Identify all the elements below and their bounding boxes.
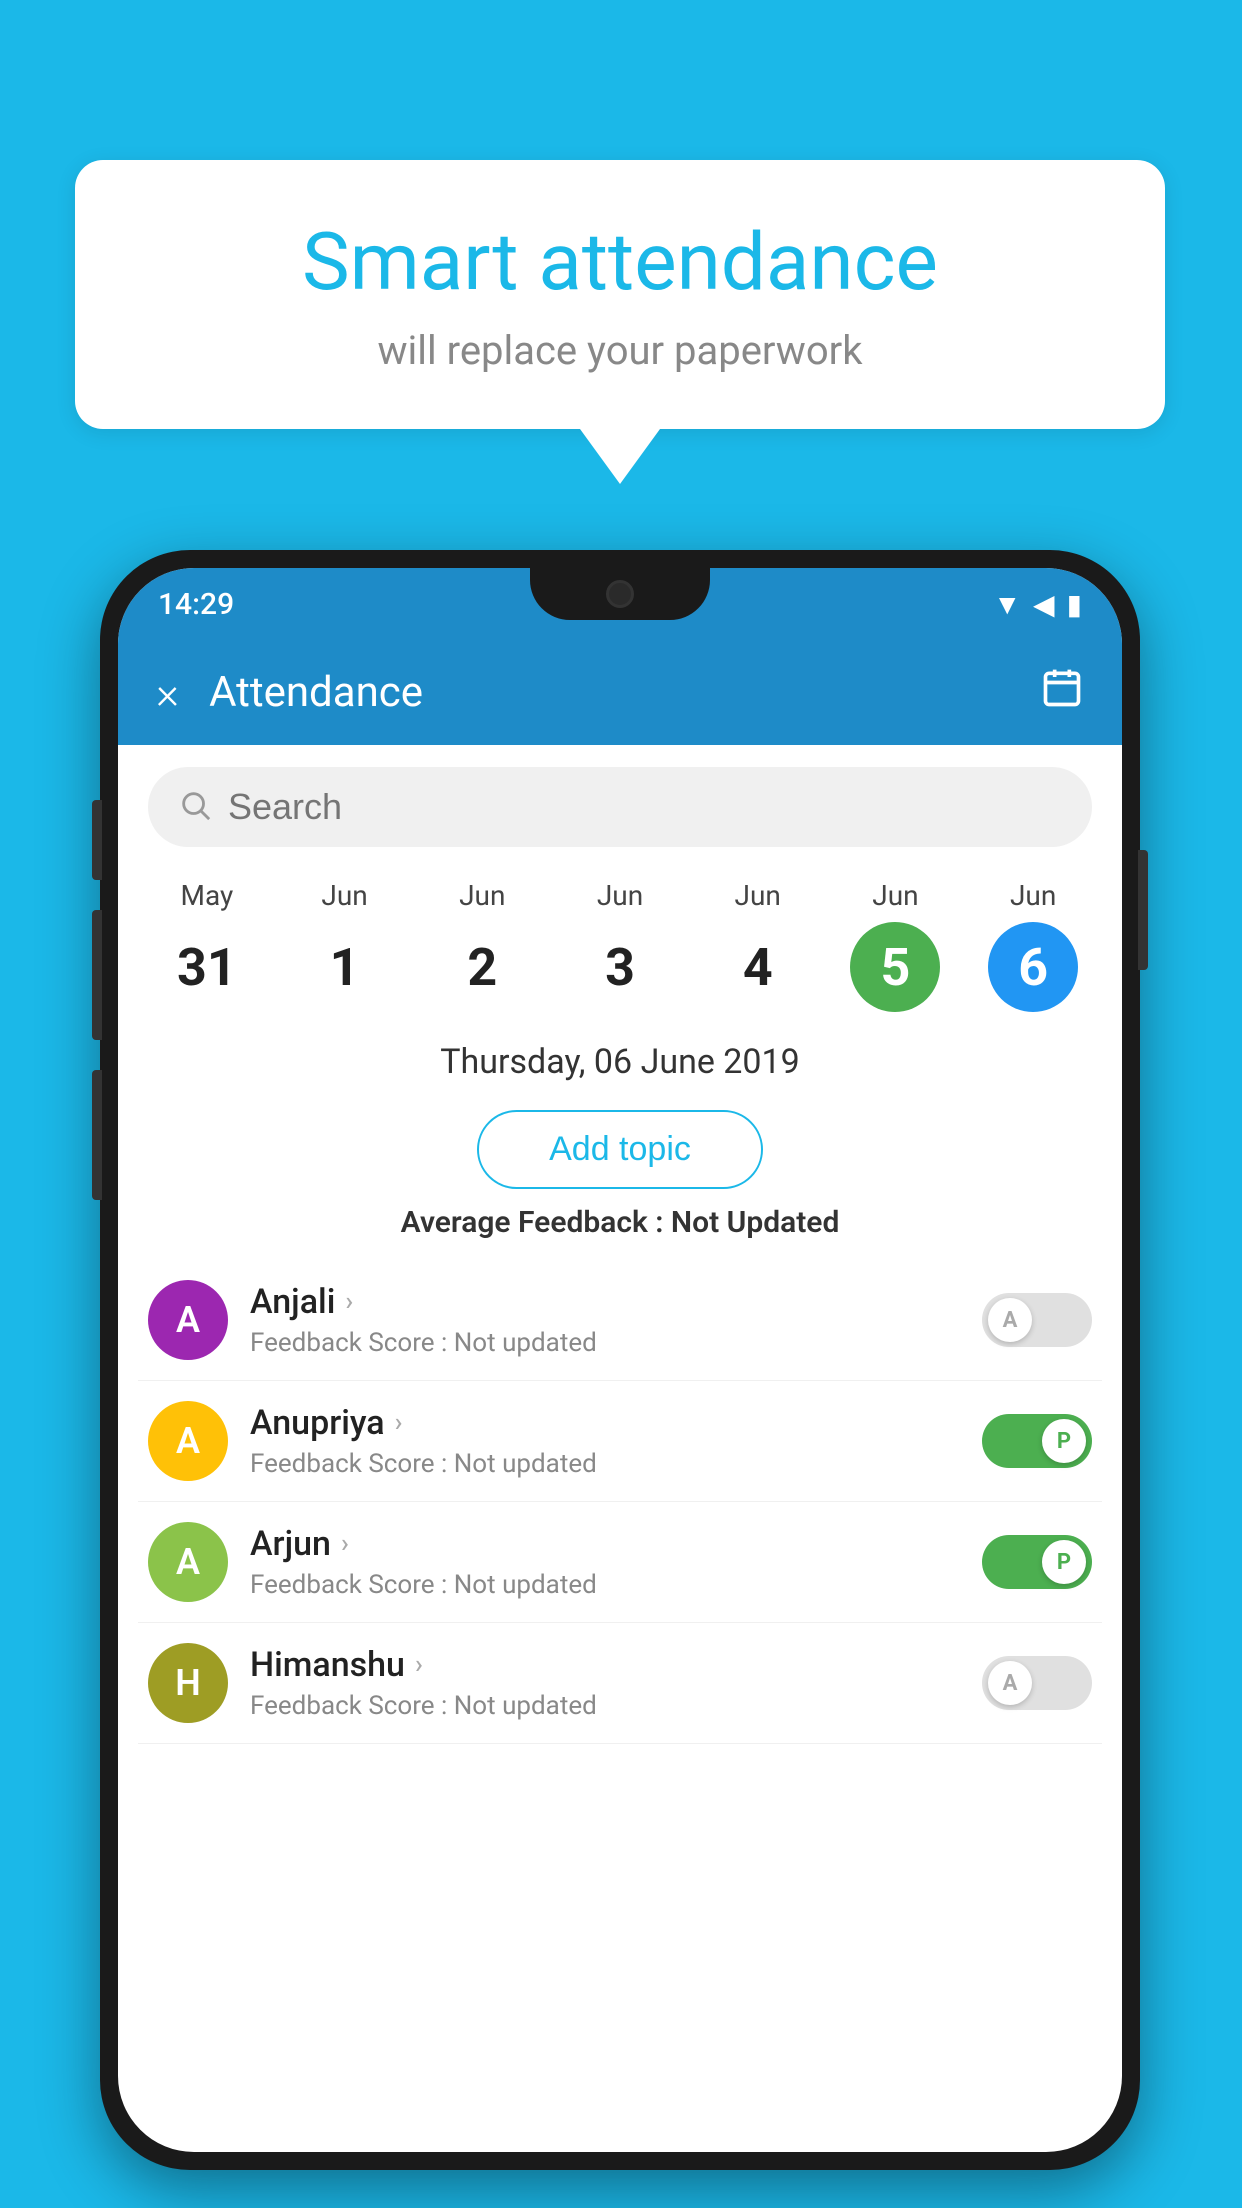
phone-frame: 14:29 ▼ ◀ ▮ × Attendance xyxy=(100,550,1140,2170)
mute-button xyxy=(92,800,102,880)
cal-month-label: Jun xyxy=(459,879,505,912)
volume-down-button xyxy=(92,1070,102,1200)
attendance-toggle[interactable]: A xyxy=(982,1293,1092,1347)
cal-month-label: Jun xyxy=(597,879,643,912)
search-input[interactable] xyxy=(228,786,1062,828)
speech-bubble: Smart attendance will replace your paper… xyxy=(75,160,1165,429)
student-info: Anupriya › Feedback Score : Not updated xyxy=(250,1403,960,1479)
calendar-day[interactable]: Jun 5 xyxy=(827,879,965,1012)
phone-notch xyxy=(530,568,710,620)
student-name: Anjali › xyxy=(250,1282,960,1322)
feedback-score: Feedback Score : Not updated xyxy=(250,1570,960,1600)
student-item[interactable]: A Anupriya › Feedback Score : Not updated P xyxy=(138,1381,1102,1502)
student-info: Anjali › Feedback Score : Not updated xyxy=(250,1282,960,1358)
app-title: Attendance xyxy=(209,668,1010,717)
toggle-knob: P xyxy=(1042,1540,1086,1584)
cal-date-number[interactable]: 1 xyxy=(300,922,390,1012)
attendance-toggle[interactable]: P xyxy=(982,1535,1092,1589)
avg-feedback-label: Average Feedback : xyxy=(401,1205,664,1240)
calendar-day[interactable]: Jun 4 xyxy=(689,879,827,1012)
app-bar: × Attendance xyxy=(118,640,1122,745)
toggle-knob: A xyxy=(988,1298,1032,1342)
student-item[interactable]: A Arjun › Feedback Score : Not updated P xyxy=(138,1502,1102,1623)
cal-month-label: Jun xyxy=(1010,879,1056,912)
student-name: Anupriya › xyxy=(250,1403,960,1443)
battery-icon: ▮ xyxy=(1067,588,1082,621)
student-name: Arjun › xyxy=(250,1524,960,1564)
calendar-day[interactable]: Jun 3 xyxy=(551,879,689,1012)
search-icon xyxy=(178,788,212,826)
calendar-day[interactable]: Jun 1 xyxy=(276,879,414,1012)
avatar: A xyxy=(148,1401,228,1481)
toggle-knob: A xyxy=(988,1661,1032,1705)
add-topic-container: Add topic xyxy=(118,1110,1122,1189)
chevron-right-icon: › xyxy=(345,1287,353,1317)
chevron-right-icon: › xyxy=(395,1408,403,1438)
speech-bubble-container: Smart attendance will replace your paper… xyxy=(75,160,1165,484)
toggle-knob: P xyxy=(1042,1419,1086,1463)
avatar: A xyxy=(148,1280,228,1360)
avatar: H xyxy=(148,1643,228,1723)
student-name: Himanshu › xyxy=(250,1645,960,1685)
cal-date-number[interactable]: 31 xyxy=(162,922,252,1012)
attendance-toggle[interactable]: P xyxy=(982,1414,1092,1468)
cal-date-number[interactable]: 5 xyxy=(850,922,940,1012)
calendar-day[interactable]: May 31 xyxy=(138,879,276,1012)
student-item[interactable]: H Himanshu › Feedback Score : Not updated A xyxy=(138,1623,1102,1744)
add-topic-button[interactable]: Add topic xyxy=(477,1110,763,1189)
phone-screen: 14:29 ▼ ◀ ▮ × Attendance xyxy=(118,568,1122,2152)
cal-month-label: Jun xyxy=(872,879,918,912)
cal-month-label: Jun xyxy=(321,879,367,912)
bubble-title: Smart attendance xyxy=(135,215,1105,309)
avg-feedback: Average Feedback : Not Updated xyxy=(118,1205,1122,1240)
feedback-score: Feedback Score : Not updated xyxy=(250,1328,960,1358)
status-icons: ▼ ◀ ▮ xyxy=(993,588,1082,621)
student-item[interactable]: A Anjali › Feedback Score : Not updated A xyxy=(138,1260,1102,1381)
search-bar[interactable] xyxy=(148,767,1092,847)
student-list: AAnjali ›Feedback Score : Not updatedAAA… xyxy=(118,1260,1122,1744)
cal-date-number[interactable]: 3 xyxy=(575,922,665,1012)
volume-up-button xyxy=(92,910,102,1040)
cal-date-number[interactable]: 6 xyxy=(988,922,1078,1012)
feedback-score: Feedback Score : Not updated xyxy=(250,1449,960,1479)
calendar-button[interactable] xyxy=(1040,666,1084,720)
cal-month-label: May xyxy=(181,879,234,912)
avatar: A xyxy=(148,1522,228,1602)
attendance-toggle[interactable]: A xyxy=(982,1656,1092,1710)
selected-date: Thursday, 06 June 2019 xyxy=(118,1022,1122,1092)
status-time: 14:29 xyxy=(158,587,234,622)
chevron-right-icon: › xyxy=(415,1650,423,1680)
calendar-day[interactable]: Jun 2 xyxy=(413,879,551,1012)
front-camera xyxy=(606,580,634,608)
student-info: Arjun › Feedback Score : Not updated xyxy=(250,1524,960,1600)
feedback-score: Feedback Score : Not updated xyxy=(250,1691,960,1721)
calendar-day[interactable]: Jun 6 xyxy=(964,879,1102,1012)
chevron-right-icon: › xyxy=(341,1529,349,1559)
wifi-icon: ▼ xyxy=(993,588,1021,621)
bubble-subtitle: will replace your paperwork xyxy=(135,327,1105,374)
cal-date-number[interactable]: 2 xyxy=(437,922,527,1012)
cal-date-number[interactable]: 4 xyxy=(713,922,803,1012)
close-button[interactable]: × xyxy=(156,667,179,719)
calendar-strip: May 31 Jun 1 Jun 2 Jun 3 Jun 4 Jun 5 Jun 6 xyxy=(118,869,1122,1022)
cal-month-label: Jun xyxy=(735,879,781,912)
bubble-tail xyxy=(580,429,660,484)
student-info: Himanshu › Feedback Score : Not updated xyxy=(250,1645,960,1721)
signal-icon: ◀ xyxy=(1033,588,1055,621)
power-button xyxy=(1138,850,1148,970)
avg-feedback-value: Not Updated xyxy=(671,1205,839,1240)
